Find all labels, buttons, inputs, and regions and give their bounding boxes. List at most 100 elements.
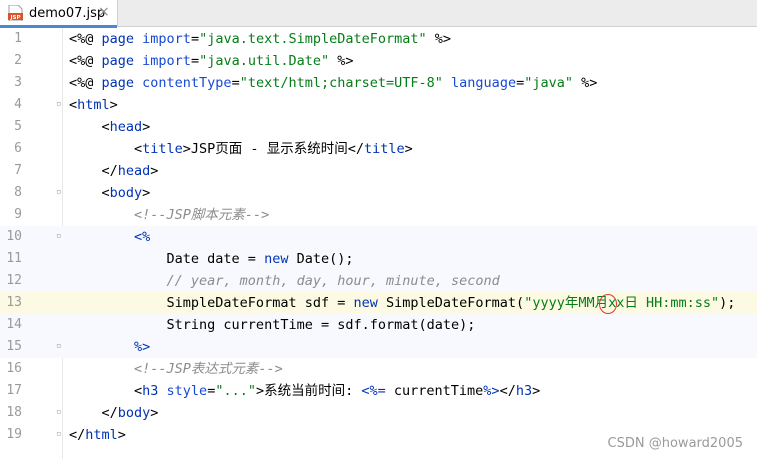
code-text: <!--JSP表达式元素--> [69, 358, 283, 380]
code-line[interactable]: 14 String currentTime = sdf.format(date)… [0, 314, 757, 336]
code-token: > [117, 427, 126, 443]
code-line[interactable]: 17 <h3 style="...">系统当前时间: <%= currentTi… [0, 380, 757, 402]
line-number: 17 [6, 383, 22, 398]
line-number: 10 [6, 229, 22, 244]
code-token: %> [426, 31, 452, 47]
code-text: </head> [69, 160, 159, 182]
code-text: Date date = new Date(); [69, 248, 354, 270]
code-token: contentType [142, 75, 232, 91]
code-token: <%= [361, 383, 386, 399]
code-token: < [69, 119, 110, 135]
code-token: SimpleDateFormat( [377, 295, 525, 311]
code-token: language [451, 75, 517, 91]
code-token: h3 [142, 383, 167, 399]
code-line[interactable]: 16 <!--JSP表达式元素--> [0, 358, 757, 380]
line-number: 15 [6, 339, 22, 354]
tab-label: demo07.jsp [29, 6, 106, 21]
editor-tab-bar: JSP demo07.jsp × [0, 0, 757, 28]
code-token: > [532, 383, 541, 399]
code-text: <head> [69, 116, 151, 138]
code-token: <%@ [69, 53, 102, 69]
code-token: <!--JSP脚本元素--> [69, 207, 270, 223]
code-token: <!--JSP表达式元素--> [69, 361, 283, 377]
line-number: 14 [6, 317, 22, 332]
code-text: SimpleDateFormat sdf = new SimpleDateFor… [69, 292, 736, 314]
code-token: <% [134, 229, 151, 245]
code-text: <html> [69, 94, 118, 116]
line-number: 13 [6, 295, 22, 310]
code-token: style [166, 383, 208, 399]
code-line[interactable]: 11 Date date = new Date(); [0, 248, 757, 270]
close-icon[interactable]: × [98, 4, 110, 21]
fold-toggle-icon[interactable]: ▫ [56, 188, 63, 197]
code-token: <%@ [69, 31, 102, 47]
line-number: 19 [6, 427, 22, 442]
line-number: 6 [14, 141, 22, 156]
code-token: <%@ [69, 75, 102, 91]
code-line[interactable]: 13 SimpleDateFormat sdf = new SimpleDate… [0, 292, 757, 314]
code-token: </ [69, 405, 118, 421]
code-token: import [142, 53, 191, 69]
code-line[interactable]: 18 ▫ </body> [0, 402, 757, 424]
code-token: head [109, 119, 143, 135]
code-token: html [85, 427, 118, 443]
fold-toggle-icon[interactable]: ▫ [56, 232, 63, 241]
code-token: "yyyy年MM月xx日 HH:mm:ss" [524, 295, 720, 311]
fold-toggle-icon[interactable]: ▫ [56, 100, 63, 109]
code-line[interactable]: 2 <%@ page import="java.util.Date" %> [0, 50, 757, 72]
code-text: <h3 style="...">系统当前时间: <%= currentTime%… [69, 380, 540, 402]
code-line[interactable]: 6 <title>JSP页面 - 显示系统时间</title> [0, 138, 757, 160]
line-number: 7 [14, 163, 22, 178]
code-token: < [69, 185, 110, 201]
code-token: new [353, 295, 378, 311]
code-token: Date date = [69, 251, 265, 267]
code-line[interactable]: 1 <%@ page import="java.text.SimpleDateFo… [0, 28, 757, 50]
code-token: < [69, 97, 78, 113]
code-token: head [117, 163, 151, 179]
fold-toggle-icon[interactable]: ▫ [56, 430, 63, 439]
tab-demo07-jsp[interactable]: JSP demo07.jsp × [0, 0, 118, 28]
code-token: "java.text.SimpleDateFormat" [199, 31, 427, 47]
code-text: <%@ page import="java.text.SimpleDateFor… [69, 28, 451, 50]
code-line[interactable]: 3 <%@ page contentType="text/html;charset… [0, 72, 757, 94]
code-token: new [264, 251, 289, 267]
code-editor[interactable]: 1 <%@ page import="java.text.SimpleDateFo… [0, 28, 757, 446]
code-line[interactable]: 5 <head> [0, 116, 757, 138]
code-text: // year, month, day, hour, minute, secon… [69, 270, 500, 292]
fold-toggle-icon[interactable]: ▫ [56, 408, 63, 417]
code-text: String currentTime = sdf.format(date); [69, 314, 476, 336]
code-line[interactable]: 15 ▫ %> [0, 336, 757, 358]
code-line[interactable]: 9 <!--JSP脚本元素--> [0, 204, 757, 226]
code-token: </ [69, 163, 118, 179]
code-token: </ [499, 383, 516, 399]
code-text: %> [69, 336, 150, 358]
code-token: >系统当前时间: [255, 383, 362, 399]
line-number: 5 [14, 119, 22, 134]
line-number: 2 [14, 53, 22, 68]
code-line[interactable]: 10 ▫ <% [0, 226, 757, 248]
code-token: title [142, 141, 183, 157]
code-token: "..." [215, 383, 256, 399]
code-token: "java.util.Date" [199, 53, 330, 69]
code-token: %> [483, 383, 500, 399]
code-token: Date(); [288, 251, 354, 267]
jsp-file-icon: JSP [8, 5, 23, 21]
code-line[interactable]: 8 ▫ <body> [0, 182, 757, 204]
code-line[interactable]: 4 ▫ <html> [0, 94, 757, 116]
code-token: </ [69, 427, 86, 443]
watermark: CSDN @howard2005 [607, 436, 743, 451]
code-text: <% [69, 226, 150, 248]
line-number: 18 [6, 405, 22, 420]
code-line[interactable]: 7 </head> [0, 160, 757, 182]
code-line[interactable]: 12 // year, month, day, hour, minute, se… [0, 270, 757, 292]
code-token: %> [134, 339, 151, 355]
code-text: </body> [69, 402, 159, 424]
code-text: </html> [69, 424, 126, 446]
code-token: >JSP页面 - 显示系统时间</ [182, 141, 364, 157]
code-token: // year, month, day, hour, minute, secon… [69, 273, 500, 289]
code-token: page [101, 31, 143, 47]
fold-toggle-icon[interactable]: ▫ [56, 342, 63, 351]
code-token: page [101, 53, 143, 69]
